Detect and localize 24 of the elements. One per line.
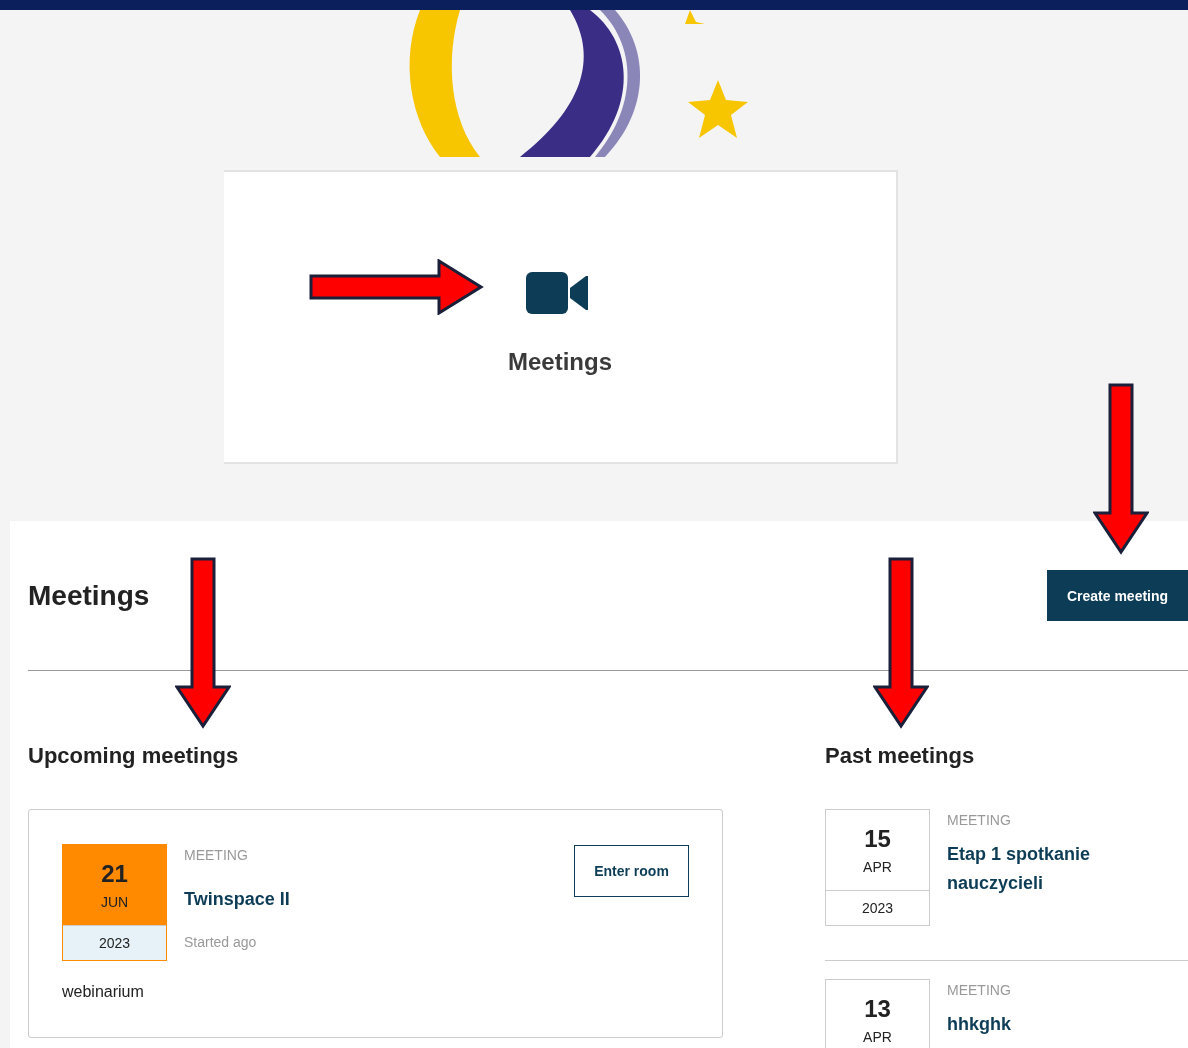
- date-month: APR: [863, 1029, 892, 1045]
- date-day: 13: [864, 995, 891, 1023]
- date-day: 21: [101, 860, 128, 888]
- date-month: JUN: [100, 894, 129, 910]
- video-camera-icon: [526, 272, 588, 314]
- feature-tile[interactable]: Meetings: [224, 170, 898, 464]
- meeting-type: MEETING: [947, 982, 1012, 998]
- section-heading: Past meetings: [825, 743, 976, 770]
- meeting-type: MEETING: [184, 847, 249, 863]
- meeting-title[interactable]: Etap 1 spotkanie nauczycieli: [947, 840, 1147, 898]
- date-month: APR: [863, 859, 892, 875]
- meeting-description: webinarium: [62, 983, 145, 1001]
- meeting-title[interactable]: Twinspace II: [184, 885, 574, 914]
- date-year: 2023: [826, 890, 929, 925]
- meeting-title[interactable]: hhkghk: [947, 1010, 1147, 1039]
- create-meeting-button[interactable]: Create meeting: [1047, 570, 1188, 621]
- meeting-type: MEETING: [947, 812, 1012, 828]
- tile-label: Meetings: [508, 348, 612, 376]
- section-heading: Upcoming meetings: [28, 743, 240, 770]
- enter-room-button[interactable]: Enter room: [574, 845, 689, 897]
- date-day: 15: [864, 825, 891, 853]
- date-year: 2023: [63, 925, 166, 960]
- page-title: Meetings: [28, 579, 150, 612]
- meeting-status: Started ago: [184, 934, 258, 950]
